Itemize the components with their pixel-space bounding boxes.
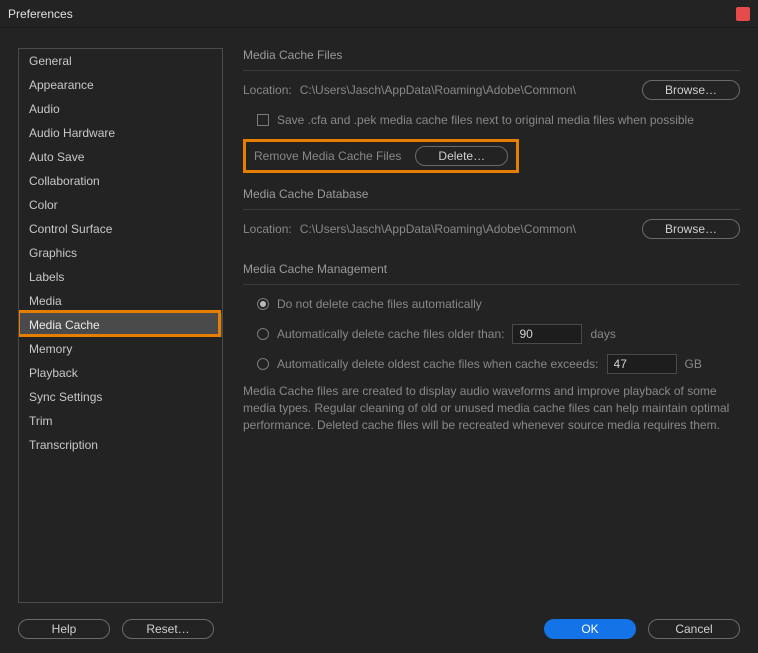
help-button[interactable]: Help — [18, 619, 110, 639]
ok-button[interactable]: OK — [544, 619, 636, 639]
sidebar-item-audio[interactable]: Audio — [19, 97, 222, 121]
db-browse-button[interactable]: Browse… — [642, 219, 740, 239]
sidebar-item-media-cache[interactable]: Media Cache — [19, 313, 222, 337]
opt3-input[interactable] — [607, 354, 677, 374]
location-path: C:\Users\Jasch\AppData\Roaming\Adobe\Com… — [300, 83, 634, 97]
cancel-button[interactable]: Cancel — [648, 619, 740, 639]
main-row: GeneralAppearanceAudioAudio HardwareAuto… — [18, 48, 740, 603]
opt3-row: Automatically delete oldest cache files … — [257, 353, 740, 375]
opt3-unit: GB — [685, 357, 702, 371]
sidebar-item-general[interactable]: General — [19, 49, 222, 73]
titlebar: Preferences — [0, 0, 758, 28]
window-title: Preferences — [8, 7, 736, 21]
reset-button[interactable]: Reset… — [122, 619, 214, 639]
save-next-to-checkbox[interactable] — [257, 114, 269, 126]
section-media-cache-management: Media Cache Management Do not delete cac… — [243, 262, 740, 433]
sidebar-item-memory[interactable]: Memory — [19, 337, 222, 361]
sidebar-item-sync-settings[interactable]: Sync Settings — [19, 385, 222, 409]
location-label: Location: — [243, 83, 292, 97]
sidebar-item-transcription[interactable]: Transcription — [19, 433, 222, 457]
sidebar-item-trim[interactable]: Trim — [19, 409, 222, 433]
section-media-cache-files: Media Cache Files Location: C:\Users\Jas… — [243, 48, 740, 173]
location-label: Location: — [243, 222, 292, 236]
sidebar-item-appearance[interactable]: Appearance — [19, 73, 222, 97]
sidebar-item-playback[interactable]: Playback — [19, 361, 222, 385]
sidebar-item-auto-save[interactable]: Auto Save — [19, 145, 222, 169]
opt1-radio[interactable] — [257, 298, 269, 310]
sidebar-item-graphics[interactable]: Graphics — [19, 241, 222, 265]
save-next-to-row: Save .cfa and .pek media cache files nex… — [257, 109, 740, 131]
opt1-row: Do not delete cache files automatically — [257, 293, 740, 315]
delete-button[interactable]: Delete… — [415, 146, 508, 166]
opt3-label: Automatically delete oldest cache files … — [277, 357, 599, 371]
sidebar-item-control-surface[interactable]: Control Surface — [19, 217, 222, 241]
section-body: Location: C:\Users\Jasch\AppData\Roaming… — [243, 209, 740, 240]
management-description: Media Cache files are created to display… — [243, 383, 740, 433]
section-title: Media Cache Management — [243, 262, 740, 276]
footer: Help Reset… OK Cancel — [18, 615, 740, 643]
save-next-to-label: Save .cfa and .pek media cache files nex… — [277, 113, 694, 127]
opt2-unit: days — [590, 327, 615, 341]
location-row: Location: C:\Users\Jasch\AppData\Roaming… — [243, 79, 740, 101]
preferences-sidebar[interactable]: GeneralAppearanceAudioAudio HardwareAuto… — [18, 48, 223, 603]
sidebar-item-labels[interactable]: Labels — [19, 265, 222, 289]
opt3-radio[interactable] — [257, 358, 269, 370]
sidebar-item-media[interactable]: Media — [19, 289, 222, 313]
opt1-label: Do not delete cache files automatically — [277, 297, 482, 311]
db-location-path: C:\Users\Jasch\AppData\Roaming\Adobe\Com… — [300, 222, 634, 236]
sidebar-item-color[interactable]: Color — [19, 193, 222, 217]
remove-cache-highlight: Remove Media Cache Files Delete… — [243, 139, 519, 173]
opt2-row: Automatically delete cache files older t… — [257, 323, 740, 345]
section-title: Media Cache Files — [243, 48, 740, 62]
section-media-cache-database: Media Cache Database Location: C:\Users\… — [243, 187, 740, 248]
opt2-label: Automatically delete cache files older t… — [277, 327, 504, 341]
sidebar-item-audio-hardware[interactable]: Audio Hardware — [19, 121, 222, 145]
opt2-radio[interactable] — [257, 328, 269, 340]
opt2-input[interactable] — [512, 324, 582, 344]
sidebar-item-collaboration[interactable]: Collaboration — [19, 169, 222, 193]
remove-cache-label: Remove Media Cache Files — [254, 149, 401, 163]
body-area: GeneralAppearanceAudioAudio HardwareAuto… — [0, 28, 758, 653]
section-title: Media Cache Database — [243, 187, 740, 201]
preferences-window: Preferences GeneralAppearanceAudioAudio … — [0, 0, 758, 653]
browse-button[interactable]: Browse… — [642, 80, 740, 100]
preferences-content: Media Cache Files Location: C:\Users\Jas… — [243, 48, 740, 603]
section-body: Do not delete cache files automatically … — [243, 284, 740, 433]
close-icon[interactable] — [736, 7, 750, 21]
section-body: Location: C:\Users\Jasch\AppData\Roaming… — [243, 70, 740, 173]
db-location-row: Location: C:\Users\Jasch\AppData\Roaming… — [243, 218, 740, 240]
